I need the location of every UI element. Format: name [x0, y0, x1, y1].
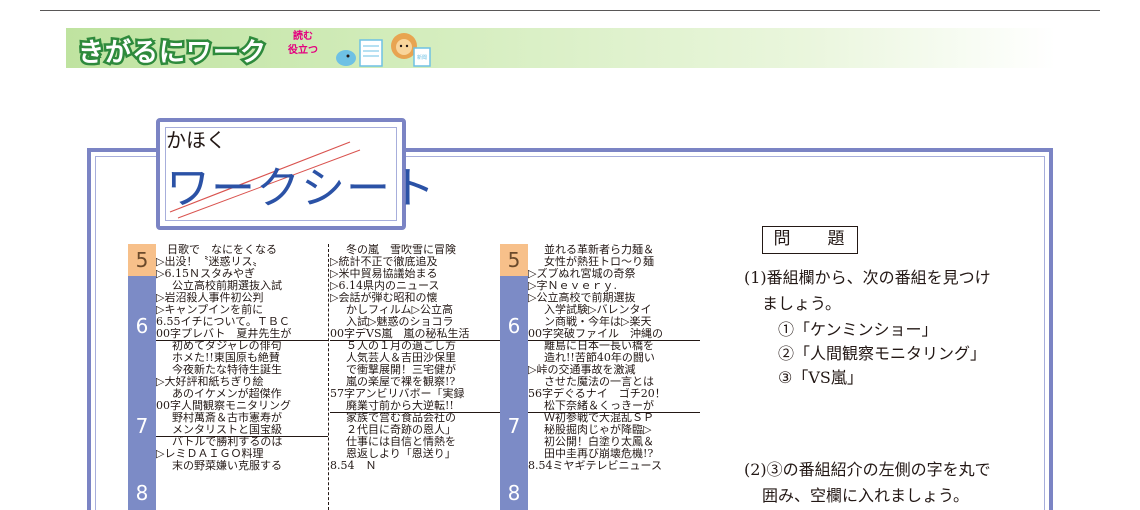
listing-line: 嵐の楽屋で裸を観察!? [346, 376, 456, 388]
listing-line: 00字人間観察モニタリング [156, 400, 291, 412]
listing-line: 初公開！白塗り太鳳＆ [544, 436, 654, 448]
listing-line: 00字プレバト 夏井先生が [156, 328, 292, 340]
listing-line: Ｗ初参戦で大混乱ＳＰ [544, 412, 654, 424]
program-divider [330, 340, 500, 341]
question-1-item-2: ②「人間観察モニタリング」 [778, 344, 987, 363]
question-2-cont: 囲み、空欄に入れましょう。 [762, 486, 970, 505]
tv-listing: 5678 日歌で なにをくなる ▷出没！〝迷惑リス〟 ▷6.15Ｎスタみやぎ 公立高校… [128, 244, 700, 510]
listing-line: ▷キャンプインを前に [156, 304, 264, 316]
worksheet-title-small: かほく [166, 128, 226, 152]
listing-line: 初めてダジャレの俳句 [172, 340, 282, 352]
column-separator [328, 244, 329, 510]
listing-line: 女性が熱狂トロ～り麺 [544, 256, 654, 268]
listing-line: 8.54ミヤギテレビニュース [528, 460, 662, 472]
header-title: きがるにワーク [75, 36, 268, 71]
listing-line: ▷統計不正で徹底追及 [330, 256, 438, 268]
listing-line: メンタリストと国宝級 [172, 424, 282, 436]
listing-line: バトルで勝利するのは [172, 436, 283, 448]
listing-line: ▷峠の交通事故を激減 [528, 364, 636, 376]
listing-line: 公立高校前期選抜入試 [172, 280, 282, 292]
problem-label: 問 題 [762, 226, 858, 254]
newspaper-icon [359, 39, 383, 67]
listing-line: ▷米中貿易協議始まる [330, 268, 438, 280]
listing-line: ▷ズブぬれ宮城の奇祭 [528, 268, 636, 280]
question-1-cont: ましょう。 [762, 294, 842, 313]
listing-line: ▷レミＤＡＩＧＯ料理 [156, 448, 264, 460]
hour-marker: 7 [500, 376, 528, 476]
hour-marker: 7 [128, 376, 156, 476]
listing-line: 00字デVS嵐 嵐の秘私生活 [330, 328, 470, 340]
listing-line: あのイケメンが超傑作 [172, 388, 282, 400]
time-bar-right: 5678 [500, 244, 528, 510]
mascot-illustration: 新聞 [336, 33, 431, 67]
listing-line: かしフィルム▷公立高 [346, 304, 454, 316]
listing-line: 冬の嵐 雪吹雪に冒険 [346, 244, 456, 256]
hour-marker: 5 [500, 244, 528, 276]
lion-face-icon [396, 39, 412, 55]
header-sub-useful: 役立つ [288, 45, 318, 56]
time-bar-left: 5678 [128, 244, 156, 510]
channel-column-1: 日歌で なにをくなる ▷出没！〝迷惑リス〟 ▷6.15Ｎスタみやぎ 公立高校前期選抜入… [156, 244, 326, 510]
top-rule [40, 10, 1100, 11]
listing-line: 人気芸人＆吉田沙保里 [346, 352, 456, 364]
listing-line: 末の野菜嫌い克服する [172, 460, 282, 472]
listing-line: ▷大好評和紙ちぎり絵 [156, 376, 264, 388]
listing-line: ５人の１月の過ごし方 [346, 340, 456, 352]
program-divider [156, 340, 328, 341]
listing-line: で衝撃展開！三宅健が [346, 364, 456, 376]
listing-line: ▷6.14県内のニュース [330, 280, 440, 292]
listing-line: ▷6.15Ｎスタみやぎ [156, 268, 255, 280]
listing-line: ン商戦・今年は▷楽天 [544, 316, 652, 328]
listing-line: ▷字Ｎｅｖｅｒｙ. [528, 280, 617, 292]
listing-line: 8.54 Ｎ [330, 460, 377, 472]
listing-line: ▷出没！〝迷惑リス〟 [156, 256, 264, 268]
hour-marker: 6 [128, 276, 156, 376]
listing-line: 恩返しより「恩送り」 [346, 448, 456, 460]
listing-line: 仕事には自信と情熱を [346, 436, 456, 448]
listing-line: 廃業寸前から大逆転!! [346, 400, 454, 412]
paper-label: 新聞 [417, 54, 427, 61]
listing-line: 家族で営む食品会社の [346, 412, 456, 424]
listing-line: 入試▷魅惑のショコラ [346, 316, 454, 328]
listing-line: 松下奈緒＆くっきーが [544, 400, 654, 412]
listing-line: 秘股掘肉じゃが降臨▷ [544, 424, 652, 436]
question-1: (1)番組欄から、次の番組を見つけ [744, 268, 991, 287]
listing-line: 離島に日本一長い橋を [544, 340, 654, 352]
listing-line: 入学試験▷バレンタイ [544, 304, 652, 316]
header-subtitle: 読む 役立つ [288, 30, 318, 58]
listing-line: 並れる革新者ら力麺＆ [544, 244, 654, 256]
listing-line: ▷岩沼殺人事件初公判 [156, 292, 264, 304]
listing-line: 田中圭再び崩壊危機!? [544, 448, 654, 460]
listing-line: 6.55イチについて。ＴＢＣ [156, 316, 290, 328]
channel-column-3: 並れる革新者ら力麺＆ 女性が熱狂トロ～り麺 ▷ズブぬれ宮城の奇祭 ▷字Ｎｅｖｅｒｙ. ▷… [528, 244, 700, 510]
listing-line: 57字アンビリバボー「実録 [330, 388, 465, 400]
question-2: (2)③の番組紹介の左側の字を丸で [744, 460, 991, 479]
hour-marker: 8 [500, 476, 528, 510]
program-divider [528, 340, 700, 341]
listing-line: 00字突破ファイル 沖縄の [528, 328, 663, 340]
listing-line: ２代目に奇跡の恩人」 [346, 424, 456, 436]
channel-column-2: 冬の嵐 雪吹雪に冒険 ▷統計不正で徹底追及 ▷米中貿易協議始まる ▷6.14県内のニュ… [330, 244, 500, 510]
question-1-item-3: ③「VS嵐」 [778, 368, 863, 387]
program-divider [528, 412, 700, 413]
hour-marker: 8 [128, 476, 156, 510]
listing-line: させた魔法の一言とは [544, 376, 654, 388]
bird-icon [336, 50, 356, 66]
listing-line: 野村萬斎＆古市憲寿が [172, 412, 282, 424]
listing-line: 56字デぐるナイ ゴチ20！ [528, 388, 666, 400]
hour-marker: 5 [128, 244, 156, 276]
listing-line: ホメた!!東国原も絶賛 [172, 352, 280, 364]
worksheet-title: ワークシート [166, 163, 436, 214]
hour-marker: 6 [500, 276, 528, 376]
header-sub-read: 読む [293, 31, 313, 42]
listing-line: ▷公立高校で前期選抜 [528, 292, 636, 304]
question-1-item-1: ①「ケンミンショー」 [778, 320, 938, 339]
program-divider [156, 436, 328, 437]
program-divider [330, 412, 500, 413]
listing-line: 日歌で なにをくなる [156, 244, 277, 256]
listing-line: ▷会話が弾む昭和の懐 [330, 292, 438, 304]
listing-line: 造れ!!苦節40年の闘い [544, 352, 655, 364]
listing-line: 今夜新たな特待生誕生 [172, 364, 282, 376]
